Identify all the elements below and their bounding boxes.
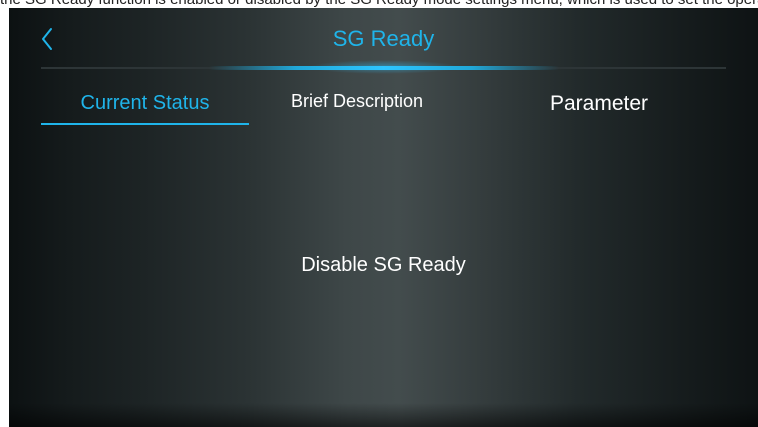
active-tab-underline [41,123,249,125]
tab-brief-description[interactable]: Brief Description [267,86,447,126]
tab-current-status[interactable]: Current Status [41,86,249,126]
cropped-caption-text: the SG Ready function is enabled or disa… [0,0,758,8]
header-glow-accent [209,66,559,70]
tab-parameter[interactable]: Parameter [509,86,689,126]
sg-ready-screen: SG Ready Current Status Brief Descriptio… [9,8,758,427]
page-title: SG Ready [332,26,435,51]
sg-ready-status-text: Disable SG Ready [301,254,466,276]
tab-bar: Current Status Brief Description Paramet… [9,86,758,128]
cropped-caption: the SG Ready function is enabled or disa… [0,0,758,8]
header-bar: SG Ready [9,8,758,74]
